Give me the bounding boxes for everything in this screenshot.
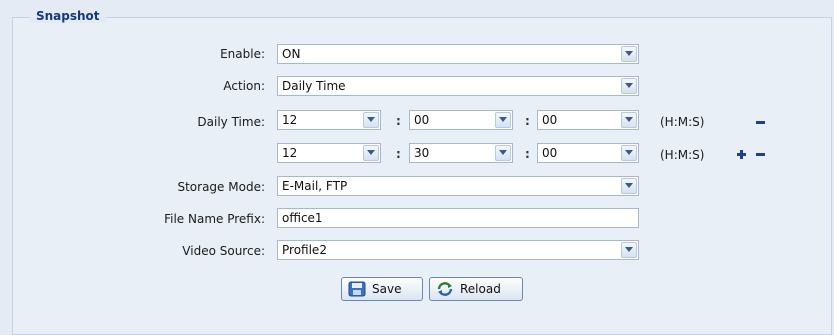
chevron-down-icon[interactable] bbox=[621, 112, 637, 128]
enable-value: ON bbox=[282, 47, 301, 61]
enable-select[interactable]: ON bbox=[277, 44, 639, 64]
second-select-1[interactable]: 00 bbox=[537, 110, 639, 130]
action-select[interactable]: Daily Time bbox=[277, 76, 639, 96]
hour-value: 12 bbox=[282, 146, 298, 160]
storage-mode-value: E-Mail, FTP bbox=[282, 179, 348, 193]
minute-value: 30 bbox=[414, 146, 430, 160]
time-unit-label: (H:M:S) bbox=[660, 148, 705, 162]
minute-value: 00 bbox=[414, 113, 430, 127]
file-name-prefix-input[interactable]: office1 bbox=[277, 208, 639, 228]
hour-value: 12 bbox=[282, 113, 298, 127]
remove-time-icon[interactable] bbox=[756, 153, 765, 156]
refresh-icon bbox=[437, 282, 453, 296]
chevron-down-icon[interactable] bbox=[621, 78, 637, 94]
daily-time-label: Daily Time: bbox=[197, 115, 265, 129]
floppy-disk-icon bbox=[348, 281, 366, 297]
chevron-down-icon[interactable] bbox=[621, 178, 637, 194]
hour-select-1[interactable]: 12 bbox=[277, 110, 381, 130]
file-name-prefix-value: office1 bbox=[282, 211, 323, 225]
video-source-label: Video Source: bbox=[182, 244, 265, 258]
chevron-down-icon[interactable] bbox=[363, 145, 379, 161]
chevron-down-icon[interactable] bbox=[621, 242, 637, 258]
save-button[interactable]: Save bbox=[341, 277, 423, 301]
chevron-down-icon[interactable] bbox=[621, 46, 637, 62]
video-source-select[interactable]: Profile2 bbox=[277, 240, 639, 260]
action-label: Action: bbox=[223, 79, 265, 93]
second-select-2[interactable]: 00 bbox=[537, 143, 639, 163]
chevron-down-icon[interactable] bbox=[363, 112, 379, 128]
time-separator: : bbox=[525, 147, 530, 161]
add-time-icon[interactable] bbox=[737, 150, 746, 159]
time-separator: : bbox=[525, 114, 530, 128]
chevron-down-icon[interactable] bbox=[495, 145, 511, 161]
storage-mode-label: Storage Mode: bbox=[177, 180, 265, 194]
section-title: Snapshot bbox=[30, 9, 106, 23]
second-value: 00 bbox=[542, 146, 558, 160]
second-value: 00 bbox=[542, 113, 558, 127]
save-label: Save bbox=[372, 282, 402, 296]
file-name-prefix-label: File Name Prefix: bbox=[164, 212, 265, 226]
time-unit-label: (H:M:S) bbox=[660, 115, 705, 129]
chevron-down-icon[interactable] bbox=[495, 112, 511, 128]
time-separator: : bbox=[396, 114, 401, 128]
video-source-value: Profile2 bbox=[282, 243, 327, 257]
enable-label: Enable: bbox=[220, 47, 265, 61]
hour-select-2[interactable]: 12 bbox=[277, 143, 381, 163]
action-value: Daily Time bbox=[282, 79, 346, 93]
reload-label: Reload bbox=[460, 282, 501, 296]
minute-select-2[interactable]: 30 bbox=[409, 143, 513, 163]
minute-select-1[interactable]: 00 bbox=[409, 110, 513, 130]
storage-mode-select[interactable]: E-Mail, FTP bbox=[277, 176, 639, 196]
chevron-down-icon[interactable] bbox=[621, 145, 637, 161]
remove-time-icon[interactable] bbox=[756, 121, 765, 124]
reload-button[interactable]: Reload bbox=[429, 277, 523, 301]
time-separator: : bbox=[396, 147, 401, 161]
